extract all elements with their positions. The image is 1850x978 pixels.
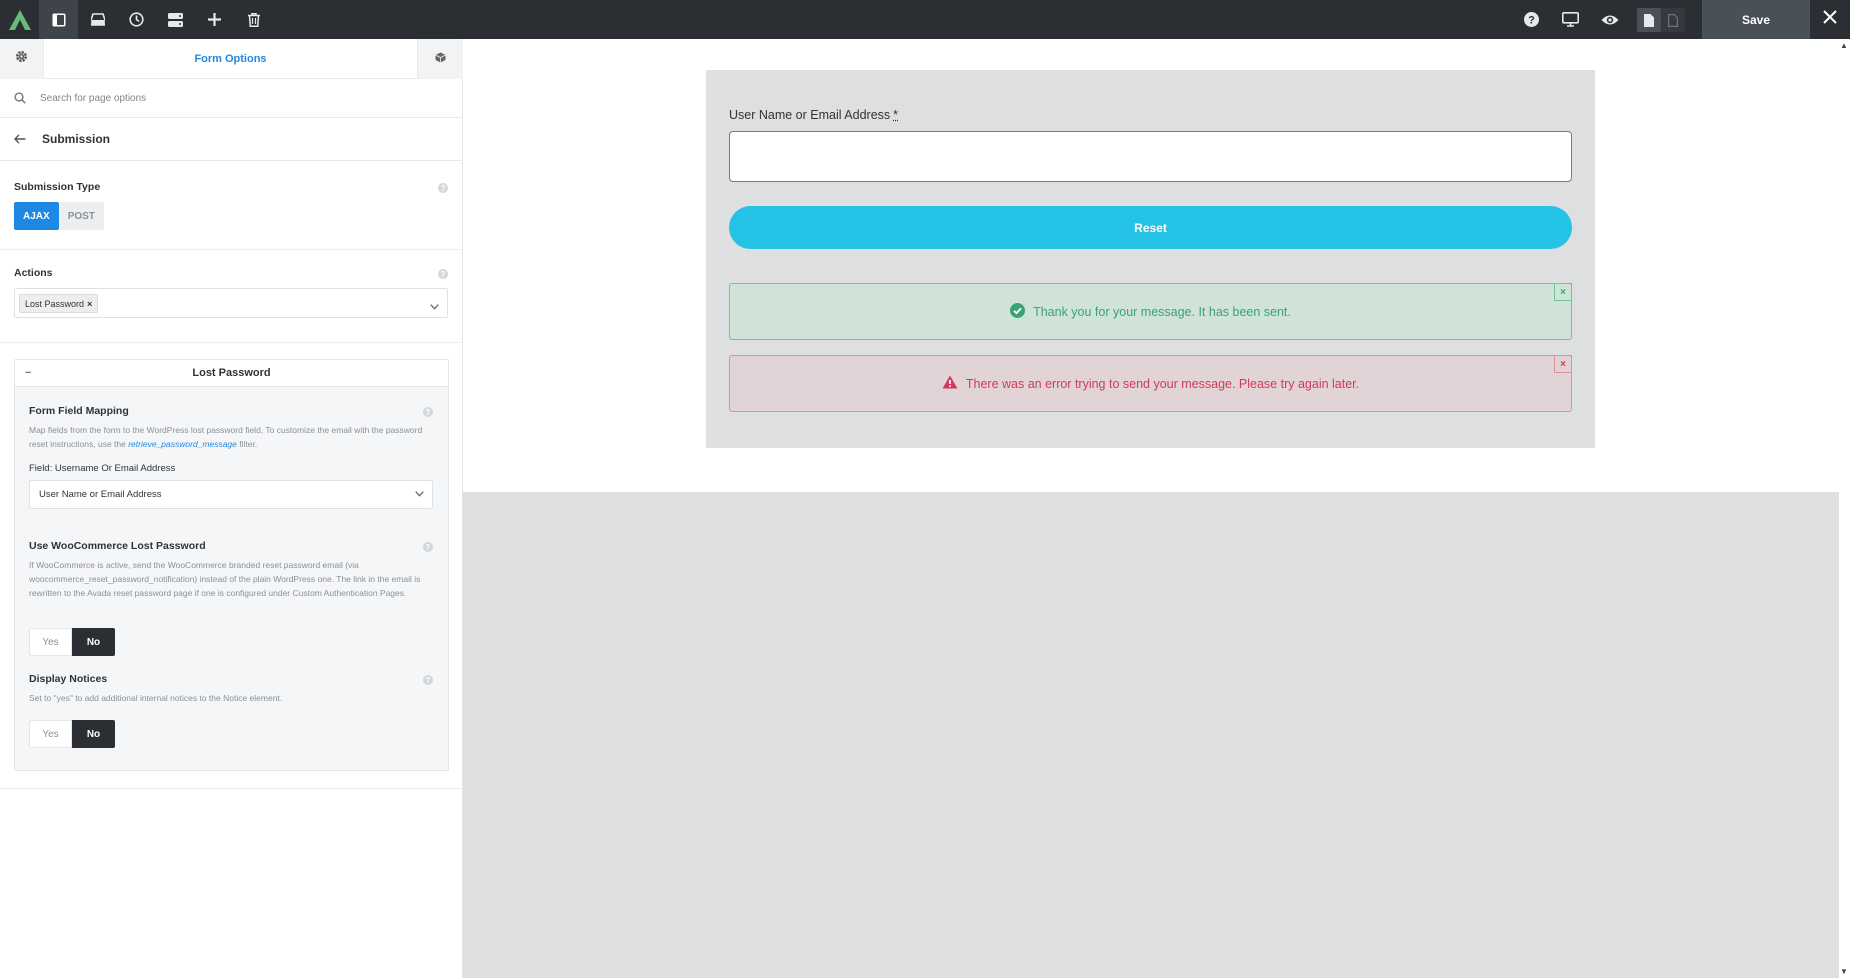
page-outline-icon[interactable]	[1661, 8, 1685, 32]
submission-type-toggle: AJAX POST	[14, 202, 104, 230]
help-icon[interactable]: ?	[423, 675, 433, 685]
help-icon[interactable]: ?	[423, 407, 433, 417]
help-icon[interactable]: ?	[438, 269, 448, 279]
close-notice-button[interactable]: ×	[1554, 355, 1572, 373]
success-notice: Thank you for your message. It has been …	[729, 283, 1572, 340]
display-notices-toggle: Yes No	[29, 720, 115, 748]
chevron-down-icon	[415, 489, 424, 500]
close-icon	[1823, 10, 1837, 29]
field-username-select[interactable]: User Name or Email Address	[29, 480, 433, 509]
submission-type-label: Submission Type	[14, 181, 101, 193]
search-input[interactable]	[40, 92, 420, 104]
woocommerce-description: If WooCommerce is active, send the WooCo…	[29, 560, 421, 598]
top-toolbar: ? Save	[0, 0, 1850, 39]
sidebar-toggle-icon[interactable]	[39, 0, 78, 39]
preview-icon[interactable]	[1590, 0, 1629, 39]
tab-form-options[interactable]: Form Options	[44, 39, 417, 79]
action-tag-remove[interactable]: ×	[87, 299, 92, 309]
username-field-label: User Name or Email Address *	[729, 108, 899, 122]
reset-button[interactable]: Reset	[729, 206, 1572, 249]
warning-icon	[942, 375, 958, 392]
divider	[0, 342, 463, 343]
desktop-icon[interactable]	[1551, 0, 1590, 39]
close-builder-button[interactable]	[1810, 0, 1850, 39]
layout-icon[interactable]	[156, 0, 195, 39]
section-header: Submission	[0, 118, 463, 161]
lost-password-header[interactable]: − Lost Password	[15, 360, 448, 387]
page-section: User Name or Email Address * Reset Thank …	[463, 39, 1839, 492]
submission-type-post[interactable]: POST	[58, 202, 104, 230]
options-search	[0, 79, 463, 118]
search-icon	[0, 92, 40, 104]
add-icon[interactable]	[195, 0, 234, 39]
options-sidebar: Form Options Submission Submission Type …	[0, 39, 463, 978]
required-mark: *	[893, 108, 899, 122]
woocommerce-toggle: Yes No	[29, 628, 115, 656]
preview-canvas: User Name or Email Address * Reset Thank …	[463, 39, 1839, 978]
sidebar-tabs: Form Options	[0, 39, 463, 79]
error-message: There was an error trying to send your m…	[965, 376, 1360, 391]
woocommerce-yes[interactable]: Yes	[29, 628, 72, 656]
chevron-down-icon	[430, 297, 439, 315]
woocommerce-label: Use WooCommerce Lost Password	[29, 540, 206, 552]
field-mapping-label: Form Field Mapping	[29, 405, 129, 417]
lost-password-form: User Name or Email Address * Reset Thank …	[706, 70, 1595, 448]
submission-type-ajax[interactable]: AJAX	[14, 202, 59, 230]
page-icon[interactable]	[1637, 8, 1661, 32]
field-username-value: User Name or Email Address	[39, 489, 162, 500]
lost-password-panel: − Lost Password Form Field Mapping ? Map…	[14, 359, 449, 771]
box-icon	[435, 50, 446, 68]
divider	[0, 249, 463, 250]
actions-label: Actions	[14, 267, 53, 279]
display-notices-description: Set to "yes" to add additional internal …	[29, 693, 283, 703]
action-tag-label: Lost Password	[25, 298, 85, 309]
success-message: Thank you for your message. It has been …	[1033, 304, 1291, 319]
error-notice: There was an error trying to send your m…	[729, 355, 1572, 412]
help-icon[interactable]: ?	[423, 542, 433, 552]
avada-logo[interactable]	[0, 0, 39, 39]
close-notice-button[interactable]: ×	[1554, 283, 1572, 301]
library-icon[interactable]	[78, 0, 117, 39]
settings-tab[interactable]	[0, 39, 44, 79]
page-scrollbar[interactable]: ▲ ▼	[1839, 39, 1850, 978]
actions-select[interactable]: Lost Password ×	[14, 288, 448, 318]
lost-password-title: Lost Password	[192, 367, 271, 379]
element-tab[interactable]	[417, 39, 463, 79]
trash-icon[interactable]	[234, 0, 273, 39]
divider	[0, 788, 463, 789]
check-circle-icon	[1010, 302, 1026, 321]
display-notices-label: Display Notices	[29, 673, 108, 685]
history-icon[interactable]	[117, 0, 156, 39]
svg-text:?: ?	[1528, 14, 1535, 26]
collapse-icon[interactable]: −	[25, 367, 31, 379]
help-icon[interactable]: ?	[1512, 0, 1551, 39]
field-username-label: Field: Username Or Email Address	[29, 463, 176, 474]
woocommerce-no[interactable]: No	[72, 628, 115, 656]
username-input[interactable]	[729, 131, 1572, 182]
field-mapping-description: Map fields from the form to the WordPres…	[29, 425, 423, 449]
scroll-up-icon[interactable]: ▲	[1840, 41, 1848, 50]
back-arrow-icon[interactable]	[0, 134, 40, 144]
display-notices-no[interactable]: No	[72, 720, 115, 748]
display-notices-yes[interactable]: Yes	[29, 720, 72, 748]
scroll-down-icon[interactable]: ▼	[1840, 967, 1848, 976]
action-tag: Lost Password ×	[19, 294, 99, 313]
save-button[interactable]: Save	[1702, 0, 1810, 39]
help-icon[interactable]: ?	[438, 183, 448, 193]
section-title: Submission	[42, 132, 111, 146]
gear-icon	[15, 50, 28, 68]
filter-link[interactable]: retrieve_password_message	[128, 439, 237, 449]
